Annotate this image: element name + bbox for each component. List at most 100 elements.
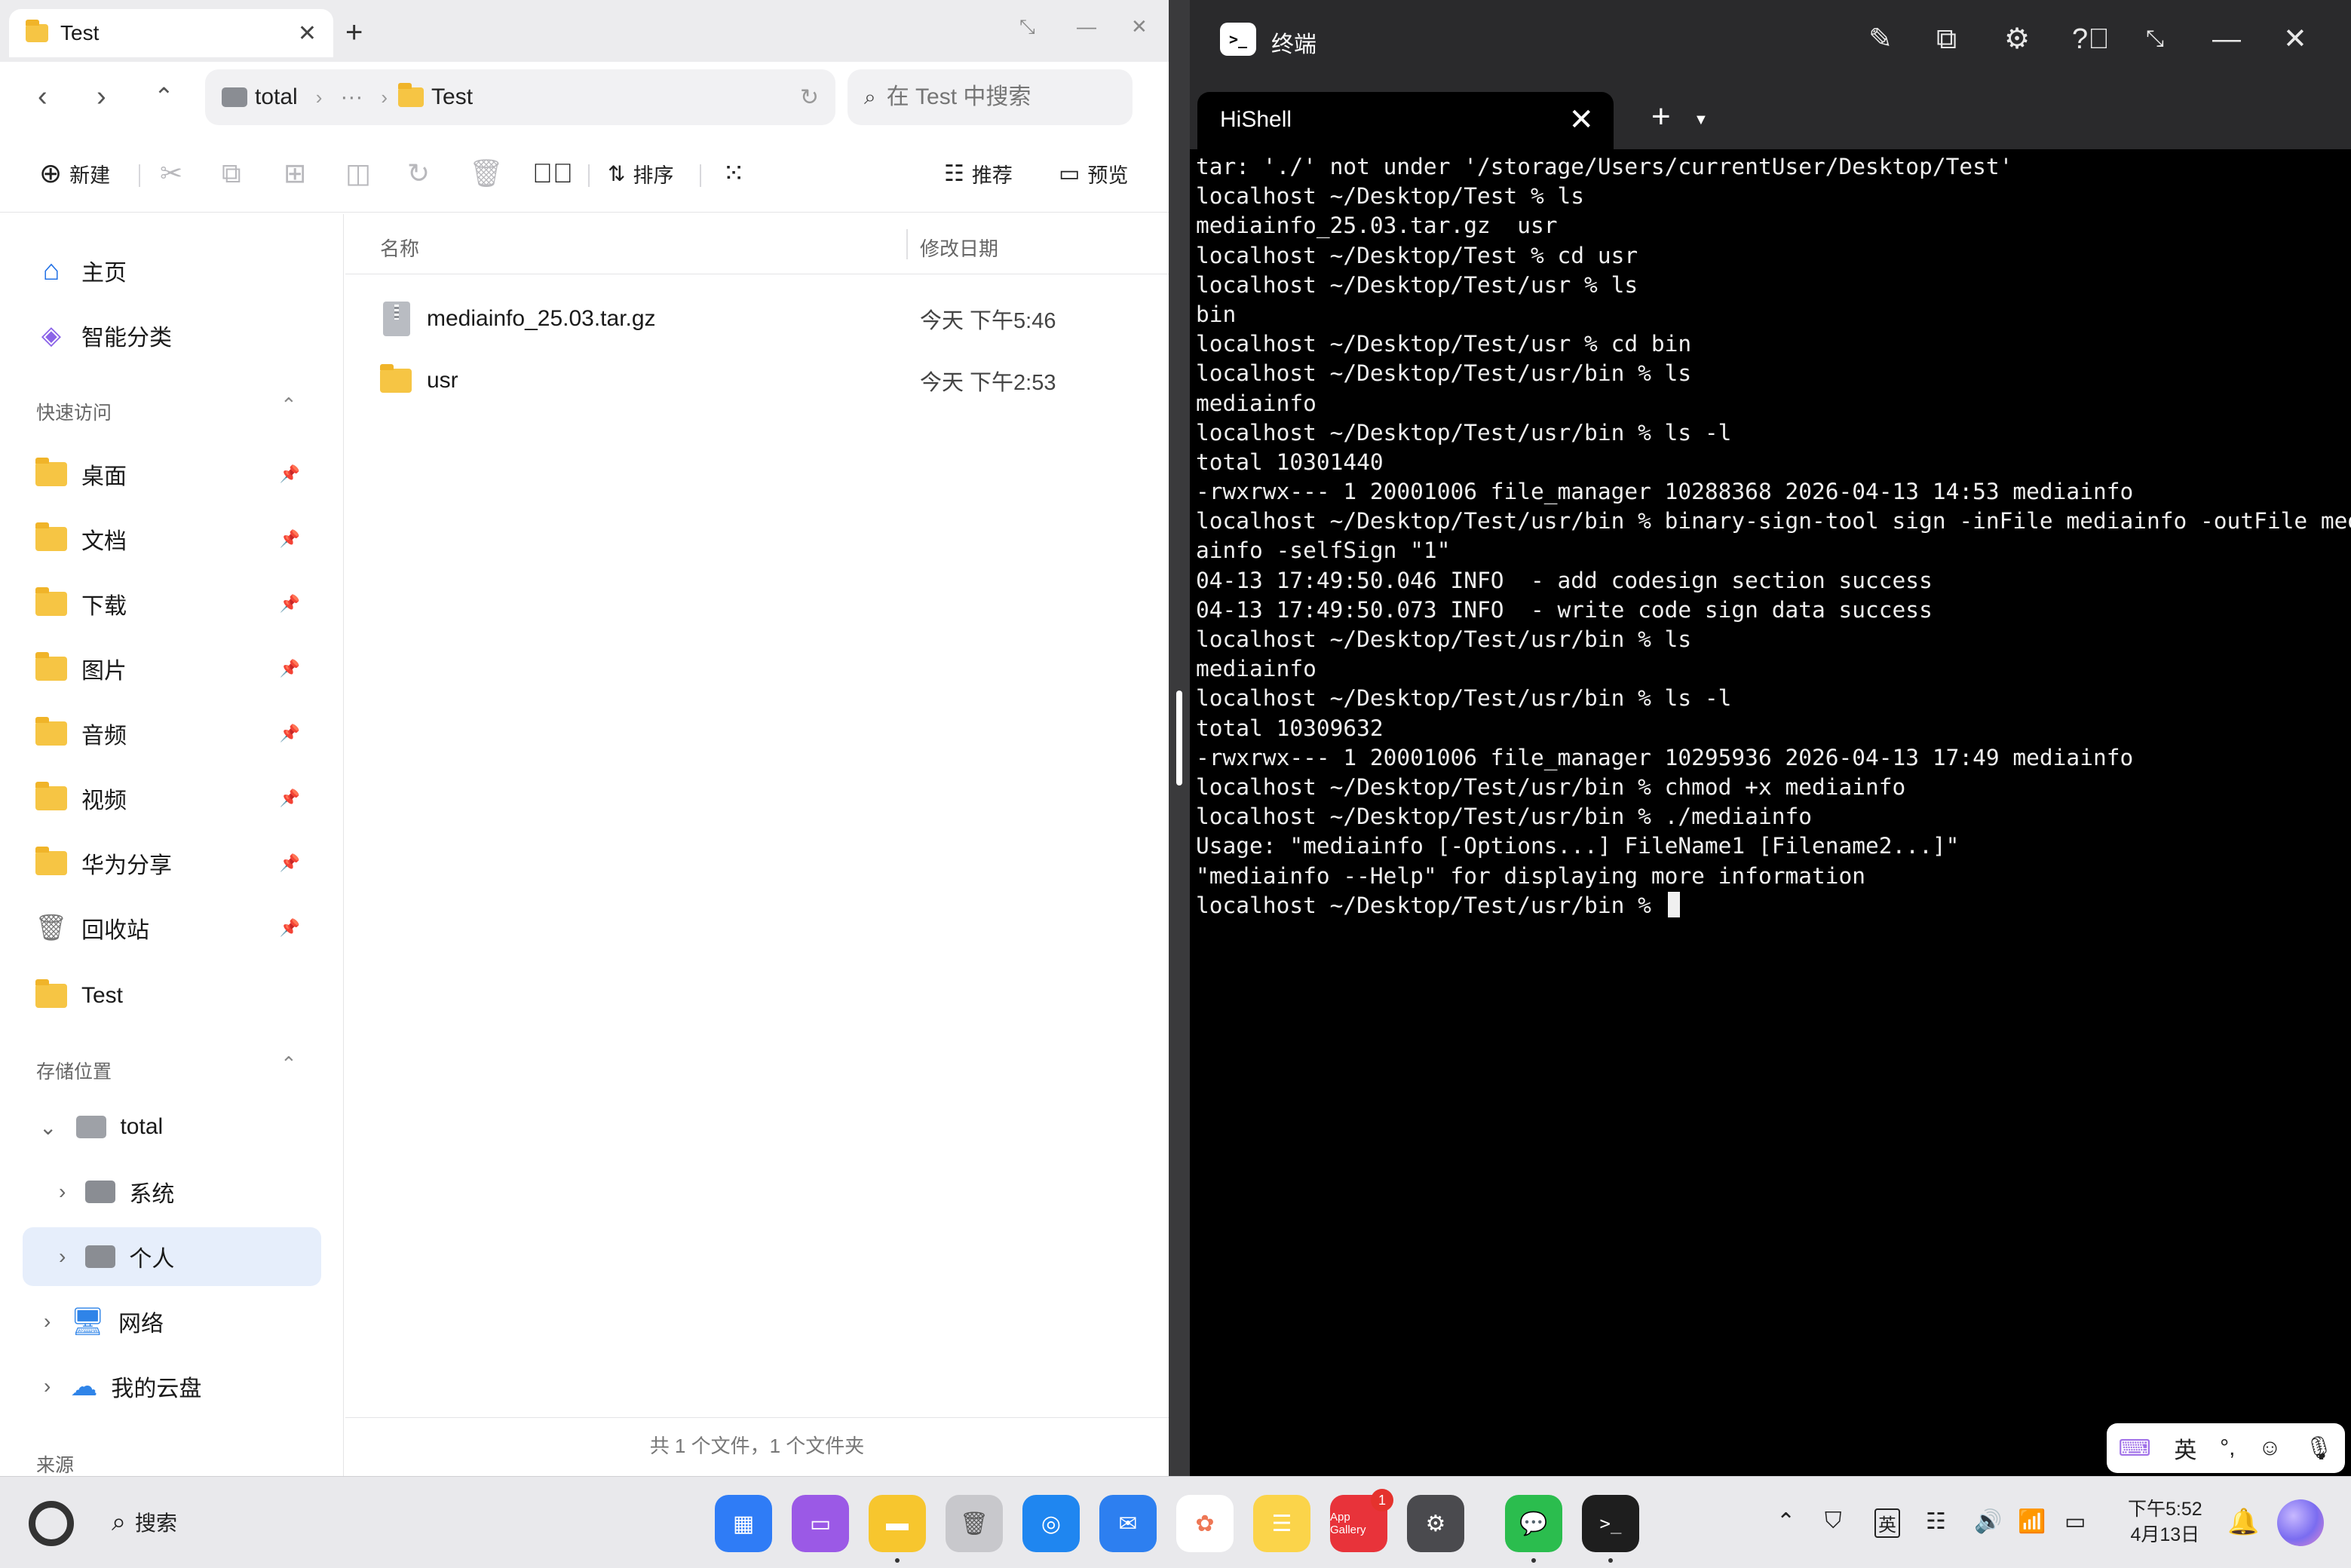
sidebar-item-smart[interactable]: ◈ 智能分类	[23, 306, 321, 365]
chevron-up-icon[interactable]: ⌃	[1776, 1508, 1795, 1535]
battery-icon[interactable]: ▭	[2064, 1508, 2086, 1535]
pin-icon[interactable]: 📌	[280, 724, 300, 743]
file-row[interactable]: mediainfo_25.03.tar.gz 今天 下午5:46	[345, 288, 1169, 350]
column-name[interactable]: 名称	[380, 234, 419, 262]
terminal-prompt-line[interactable]: localhost ~/Desktop/Test/usr/bin %	[1196, 891, 2351, 920]
pin-icon[interactable]: 📌	[280, 529, 300, 549]
recommend-button[interactable]: ☷ 推荐	[944, 155, 1013, 191]
back-button[interactable]: ‹	[38, 80, 48, 113]
resize-handle[interactable]	[1176, 691, 1182, 786]
windows-icon[interactable]: ⧉	[1936, 23, 1957, 56]
pin-icon[interactable]: 📌	[280, 853, 300, 873]
photos-icon[interactable]: ✿	[1176, 1495, 1234, 1552]
wifi-icon[interactable]: 📶	[2018, 1508, 2046, 1535]
emoji-icon[interactable]: ☺	[2258, 1435, 2282, 1461]
settings-icon[interactable]: ⚙	[1407, 1495, 1464, 1552]
volume-icon[interactable]: 🔊	[1974, 1508, 2002, 1535]
help-icon[interactable]: ?⃝	[2072, 23, 2110, 56]
mail-icon[interactable]: ✉	[1099, 1495, 1157, 1552]
move-button[interactable]: ◫	[345, 155, 379, 191]
up-button[interactable]: ⌃	[154, 80, 174, 113]
notes-icon[interactable]: ☰	[1253, 1495, 1310, 1552]
wechat-icon[interactable]: 💬	[1505, 1495, 1562, 1552]
pin-icon[interactable]: 📌	[280, 464, 300, 484]
close-tab-icon[interactable]: ✕	[1568, 103, 1594, 137]
notification-bell-icon[interactable]: 🔔	[2227, 1507, 2259, 1537]
split-divider[interactable]	[1169, 0, 1190, 1476]
chevron-down-icon[interactable]: ▼	[1694, 112, 1709, 129]
ime-tray-indicator[interactable]: 英	[1874, 1508, 1900, 1538]
close-window-icon[interactable]: ✕	[1131, 15, 1148, 38]
assistant-icon[interactable]	[2277, 1499, 2324, 1546]
multi-window-icon[interactable]: ▭	[792, 1495, 849, 1552]
chevron-right-icon[interactable]: ›	[59, 1245, 66, 1269]
terminal-dock-icon[interactable]: >_	[1582, 1495, 1639, 1552]
new-tab-button[interactable]: +	[1651, 98, 1671, 136]
chevron-right-icon[interactable]: ›	[44, 1309, 51, 1334]
delete-button[interactable]: 🗑	[469, 155, 511, 191]
start-button[interactable]	[29, 1501, 74, 1546]
restore-icon[interactable]: ⤡	[1019, 15, 1035, 39]
copy-button[interactable]: ⧉	[222, 155, 249, 191]
breadcrumb-more[interactable]: ···	[340, 84, 363, 110]
sidebar-item-downloads[interactable]: 下载 📌	[23, 574, 321, 633]
sidebar-item-audio[interactable]: 音频 📌	[23, 704, 321, 763]
sidebar-item-network[interactable]: › 🖥 网络	[23, 1292, 321, 1351]
file-manager-dock-icon[interactable]: ▬	[869, 1495, 926, 1552]
preview-button[interactable]: ▭ 预览	[1059, 155, 1128, 191]
sidebar-item-desktop[interactable]: 桌面 📌	[23, 445, 321, 504]
paste-button[interactable]: ⊞	[284, 155, 314, 191]
appgallery-icon[interactable]: App Gallery 1	[1330, 1489, 1393, 1552]
recycle-bin-dock-icon[interactable]: 🗑	[946, 1495, 1003, 1552]
pin-icon[interactable]: 📌	[280, 594, 300, 614]
refresh-icon[interactable]: ↻	[800, 84, 819, 111]
column-modified[interactable]: 修改日期	[920, 234, 998, 262]
new-button[interactable]: ⊕ 新建	[39, 155, 110, 191]
new-tab-button[interactable]: +	[345, 14, 363, 51]
sidebar-item-cloud[interactable]: › ☁ 我的云盘	[23, 1357, 321, 1416]
close-tab-icon[interactable]: ✕	[298, 20, 317, 47]
pin-icon[interactable]: 📌	[280, 789, 300, 808]
sidebar-item-home[interactable]: ⌂ 主页	[23, 241, 321, 300]
search-box[interactable]: ⌕	[848, 69, 1133, 125]
tab-test[interactable]: Test ✕	[9, 9, 333, 57]
shield-icon[interactable]: ⛉	[1825, 1508, 1842, 1534]
sidebar-item-system[interactable]: › 系统	[23, 1162, 321, 1221]
keyboard-icon[interactable]: ⌨	[2118, 1435, 2150, 1462]
rename-button[interactable]: ↻	[407, 155, 437, 191]
app-launcher-icon[interactable]: ▦	[715, 1495, 772, 1552]
address-bar[interactable]: total › ··· › Test ↻	[205, 69, 835, 125]
minimize-icon[interactable]: —	[1077, 15, 1096, 38]
terminal-output[interactable]: tar: './' not under '/storage/Users/curr…	[1190, 149, 2351, 1476]
edit-icon[interactable]: ✎	[1868, 23, 1893, 56]
pin-icon[interactable]: 📌	[280, 659, 300, 678]
collapse-quick-access-icon[interactable]: ⌃	[280, 394, 297, 417]
column-divider[interactable]	[906, 229, 908, 259]
pin-icon[interactable]: 📌	[280, 918, 300, 938]
browser-icon[interactable]: ◎	[1022, 1495, 1080, 1552]
sidebar-item-recycle-bin[interactable]: 🗑 回收站 📌	[23, 899, 321, 957]
ime-language[interactable]: 英	[2174, 1432, 2196, 1465]
sidebar-item-videos[interactable]: 视频 📌	[23, 769, 321, 828]
taskbar-search[interactable]: ⌕ 搜索	[112, 1507, 177, 1537]
sort-button[interactable]: ⇅ 排序	[608, 155, 673, 191]
chevron-right-icon[interactable]: ›	[59, 1180, 66, 1204]
clipboard-icon[interactable]: ☷	[1926, 1508, 1946, 1535]
sidebar-item-huawei-share[interactable]: 华为分享 📌	[23, 834, 321, 893]
sidebar-item-pictures[interactable]: 图片 📌	[23, 639, 321, 698]
breadcrumb-root[interactable]: total	[255, 84, 298, 110]
chevron-down-icon[interactable]: ⌄	[39, 1115, 57, 1140]
chevron-right-icon[interactable]: ›	[44, 1374, 51, 1398]
clock[interactable]: 下午5:52 4月13日	[2128, 1496, 2202, 1548]
sidebar-item-documents[interactable]: 文档 📌	[23, 510, 321, 568]
punctuation-icon[interactable]: °,	[2220, 1435, 2235, 1461]
more-button[interactable]: ⁙	[722, 155, 753, 191]
select-button[interactable]: ✓⃝	[532, 155, 581, 191]
sidebar-item-test[interactable]: Test	[23, 966, 321, 1025]
sidebar-item-total[interactable]: ⌄ total	[23, 1098, 321, 1156]
tab-hishell[interactable]: HiShell ✕	[1197, 92, 1614, 149]
breadcrumb-current[interactable]: Test	[431, 84, 473, 110]
search-input[interactable]	[886, 84, 1113, 110]
minimize-icon[interactable]: —	[2212, 23, 2241, 56]
gear-icon[interactable]: ⚙	[2004, 23, 2030, 56]
